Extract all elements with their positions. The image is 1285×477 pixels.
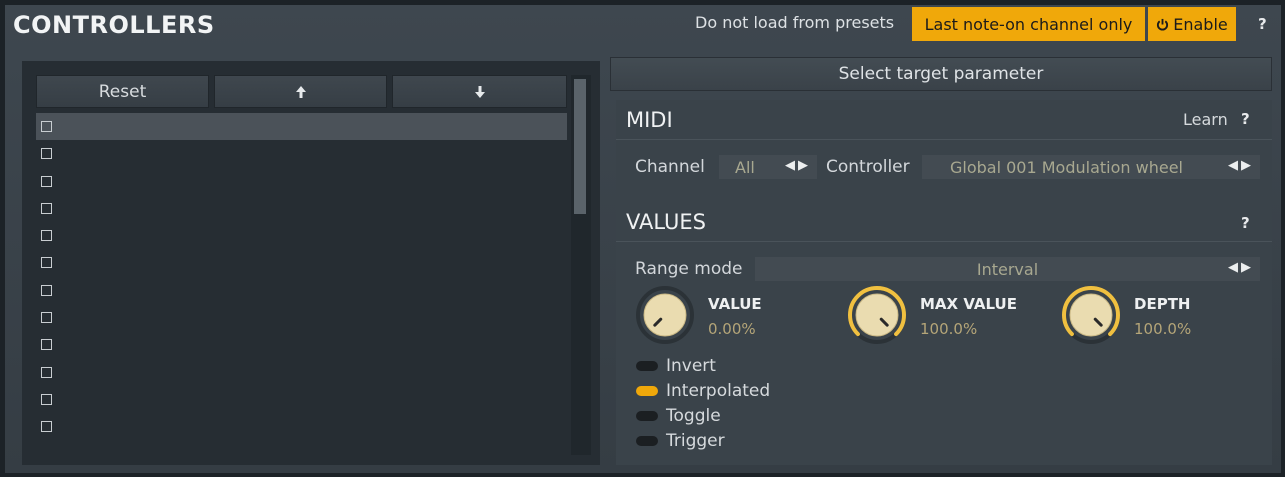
last-note-on-channel-only-button[interactable]: Last note-on channel only	[912, 7, 1145, 41]
interpolated-label: Interpolated	[666, 381, 771, 401]
checkbox[interactable]	[41, 175, 52, 187]
list-item[interactable]	[36, 140, 567, 167]
checkbox[interactable]	[41, 257, 52, 269]
select-target-parameter-button[interactable]: Select target parameter	[610, 57, 1272, 91]
move-up-button[interactable]	[214, 75, 387, 108]
list-item[interactable]	[36, 413, 567, 440]
trigger-label: Trigger	[666, 431, 725, 451]
max-value-knob[interactable]	[848, 286, 906, 344]
depth-knob-readout: 100.0%	[1134, 320, 1192, 338]
midi-section: MIDI Learn ? Channel All ◀▶ Controller G…	[616, 100, 1272, 195]
enable-button[interactable]: Enable	[1148, 7, 1236, 41]
toggle-led	[636, 411, 658, 421]
controller-list	[36, 113, 567, 441]
checkbox[interactable]	[41, 230, 52, 242]
midi-title: MIDI	[626, 108, 673, 132]
max-value-knob-readout: 100.0%	[920, 320, 978, 338]
range-mode-selector[interactable]: Interval ◀▶	[755, 257, 1260, 281]
controller-list-panel: Reset	[22, 61, 600, 465]
checkbox[interactable]	[41, 393, 52, 405]
toggle-label: Toggle	[666, 406, 721, 426]
range-mode-label: Range mode	[635, 259, 743, 279]
list-item[interactable]	[36, 249, 567, 276]
invert-label: Invert	[666, 356, 716, 376]
controller-label: Controller	[826, 157, 910, 177]
invert-led	[636, 361, 658, 371]
interpolated-led	[636, 386, 658, 396]
checkbox[interactable]	[41, 121, 52, 132]
list-item[interactable]	[36, 195, 567, 222]
channel-arrows-icon[interactable]: ◀▶	[785, 158, 811, 173]
checkbox[interactable]	[41, 339, 52, 351]
toggle-toggle[interactable]: Toggle	[636, 404, 721, 428]
controller-selector[interactable]: Global 001 Modulation wheel ◀▶	[922, 155, 1260, 179]
channel-label: Channel	[635, 157, 705, 177]
enable-label: Enable	[1173, 14, 1228, 34]
depth-knob[interactable]	[1062, 286, 1120, 344]
range-mode-arrows-icon[interactable]: ◀▶	[1228, 260, 1254, 275]
range-mode-value: Interval	[976, 259, 1039, 279]
list-item[interactable]	[36, 168, 567, 195]
list-item[interactable]	[36, 277, 567, 304]
page-title: CONTROLLERS	[13, 11, 215, 39]
checkbox[interactable]	[41, 312, 52, 324]
interpolated-toggle[interactable]: Interpolated	[636, 379, 770, 403]
divider	[616, 241, 1272, 242]
scrollbar-thumb[interactable]	[574, 79, 586, 214]
checkbox[interactable]	[41, 284, 52, 296]
reset-button[interactable]: Reset	[36, 75, 209, 108]
channel-selector[interactable]: All ◀▶	[719, 155, 817, 179]
trigger-led	[636, 436, 658, 446]
controller-value: Global 001 Modulation wheel	[950, 157, 1183, 177]
value-knob-readout: 0.00%	[708, 320, 756, 338]
do-not-load-from-presets-button[interactable]: Do not load from presets	[695, 13, 894, 32]
arrow-up-icon	[295, 85, 306, 98]
divider	[616, 139, 1272, 140]
value-knob[interactable]	[636, 286, 694, 344]
values-help-button[interactable]: ?	[1241, 214, 1250, 232]
top-bar: CONTROLLERS Do not load from presets Las…	[5, 5, 1281, 45]
power-icon	[1157, 18, 1169, 30]
values-section: VALUES ? Range mode Interval ◀▶ VALUE 0.…	[616, 202, 1272, 465]
max-value-knob-label: MAX VALUE	[920, 295, 1017, 313]
channel-value: All	[735, 157, 755, 177]
checkbox[interactable]	[41, 421, 52, 433]
move-down-button[interactable]	[392, 75, 567, 108]
list-item[interactable]	[36, 222, 567, 249]
value-knob-label: VALUE	[708, 295, 762, 313]
checkbox[interactable]	[41, 366, 52, 378]
list-item[interactable]	[36, 304, 567, 331]
list-item[interactable]	[36, 331, 567, 358]
list-item[interactable]	[36, 359, 567, 386]
checkbox[interactable]	[41, 148, 52, 160]
midi-help-button[interactable]: ?	[1241, 110, 1250, 128]
list-item[interactable]	[36, 113, 567, 141]
controllers-window: CONTROLLERS Do not load from presets Las…	[5, 5, 1281, 473]
trigger-toggle[interactable]: Trigger	[636, 429, 725, 453]
help-button[interactable]: ?	[1258, 15, 1267, 33]
controller-arrows-icon[interactable]: ◀▶	[1228, 158, 1254, 173]
list-item[interactable]	[36, 386, 567, 413]
invert-toggle[interactable]: Invert	[636, 354, 716, 378]
checkbox[interactable]	[41, 202, 52, 214]
arrow-down-icon	[474, 85, 485, 98]
list-scrollbar[interactable]	[571, 75, 591, 455]
values-title: VALUES	[626, 210, 707, 234]
depth-knob-label: DEPTH	[1134, 295, 1191, 313]
learn-button[interactable]: Learn	[1183, 110, 1228, 129]
